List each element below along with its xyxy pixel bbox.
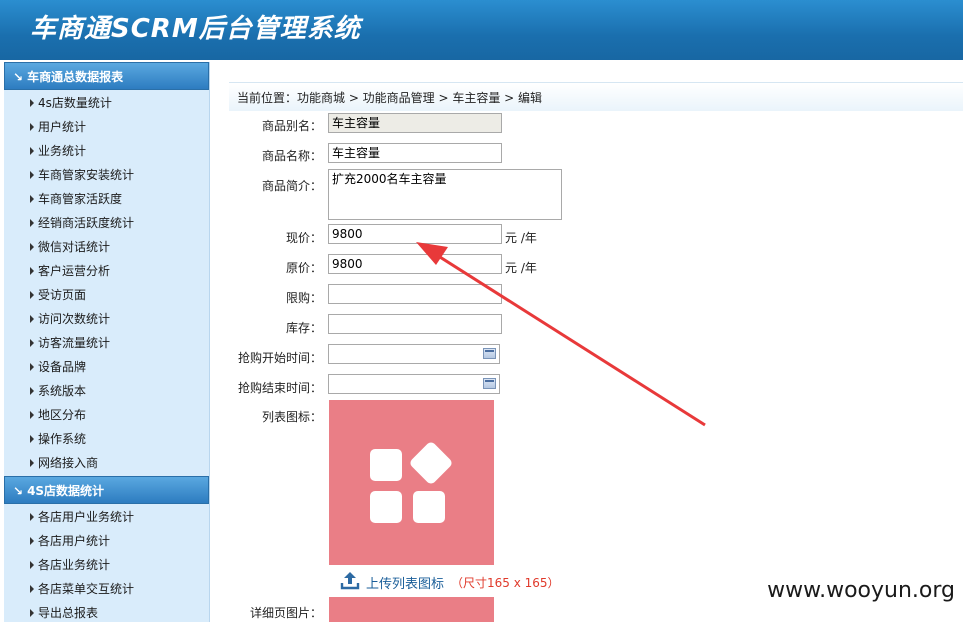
annotation-arrow-line bbox=[431, 250, 706, 427]
annotation-arrow bbox=[416, 242, 706, 427]
watermark: www.wooyun.org bbox=[767, 578, 955, 603]
annotation-arrow-head bbox=[416, 242, 448, 265]
